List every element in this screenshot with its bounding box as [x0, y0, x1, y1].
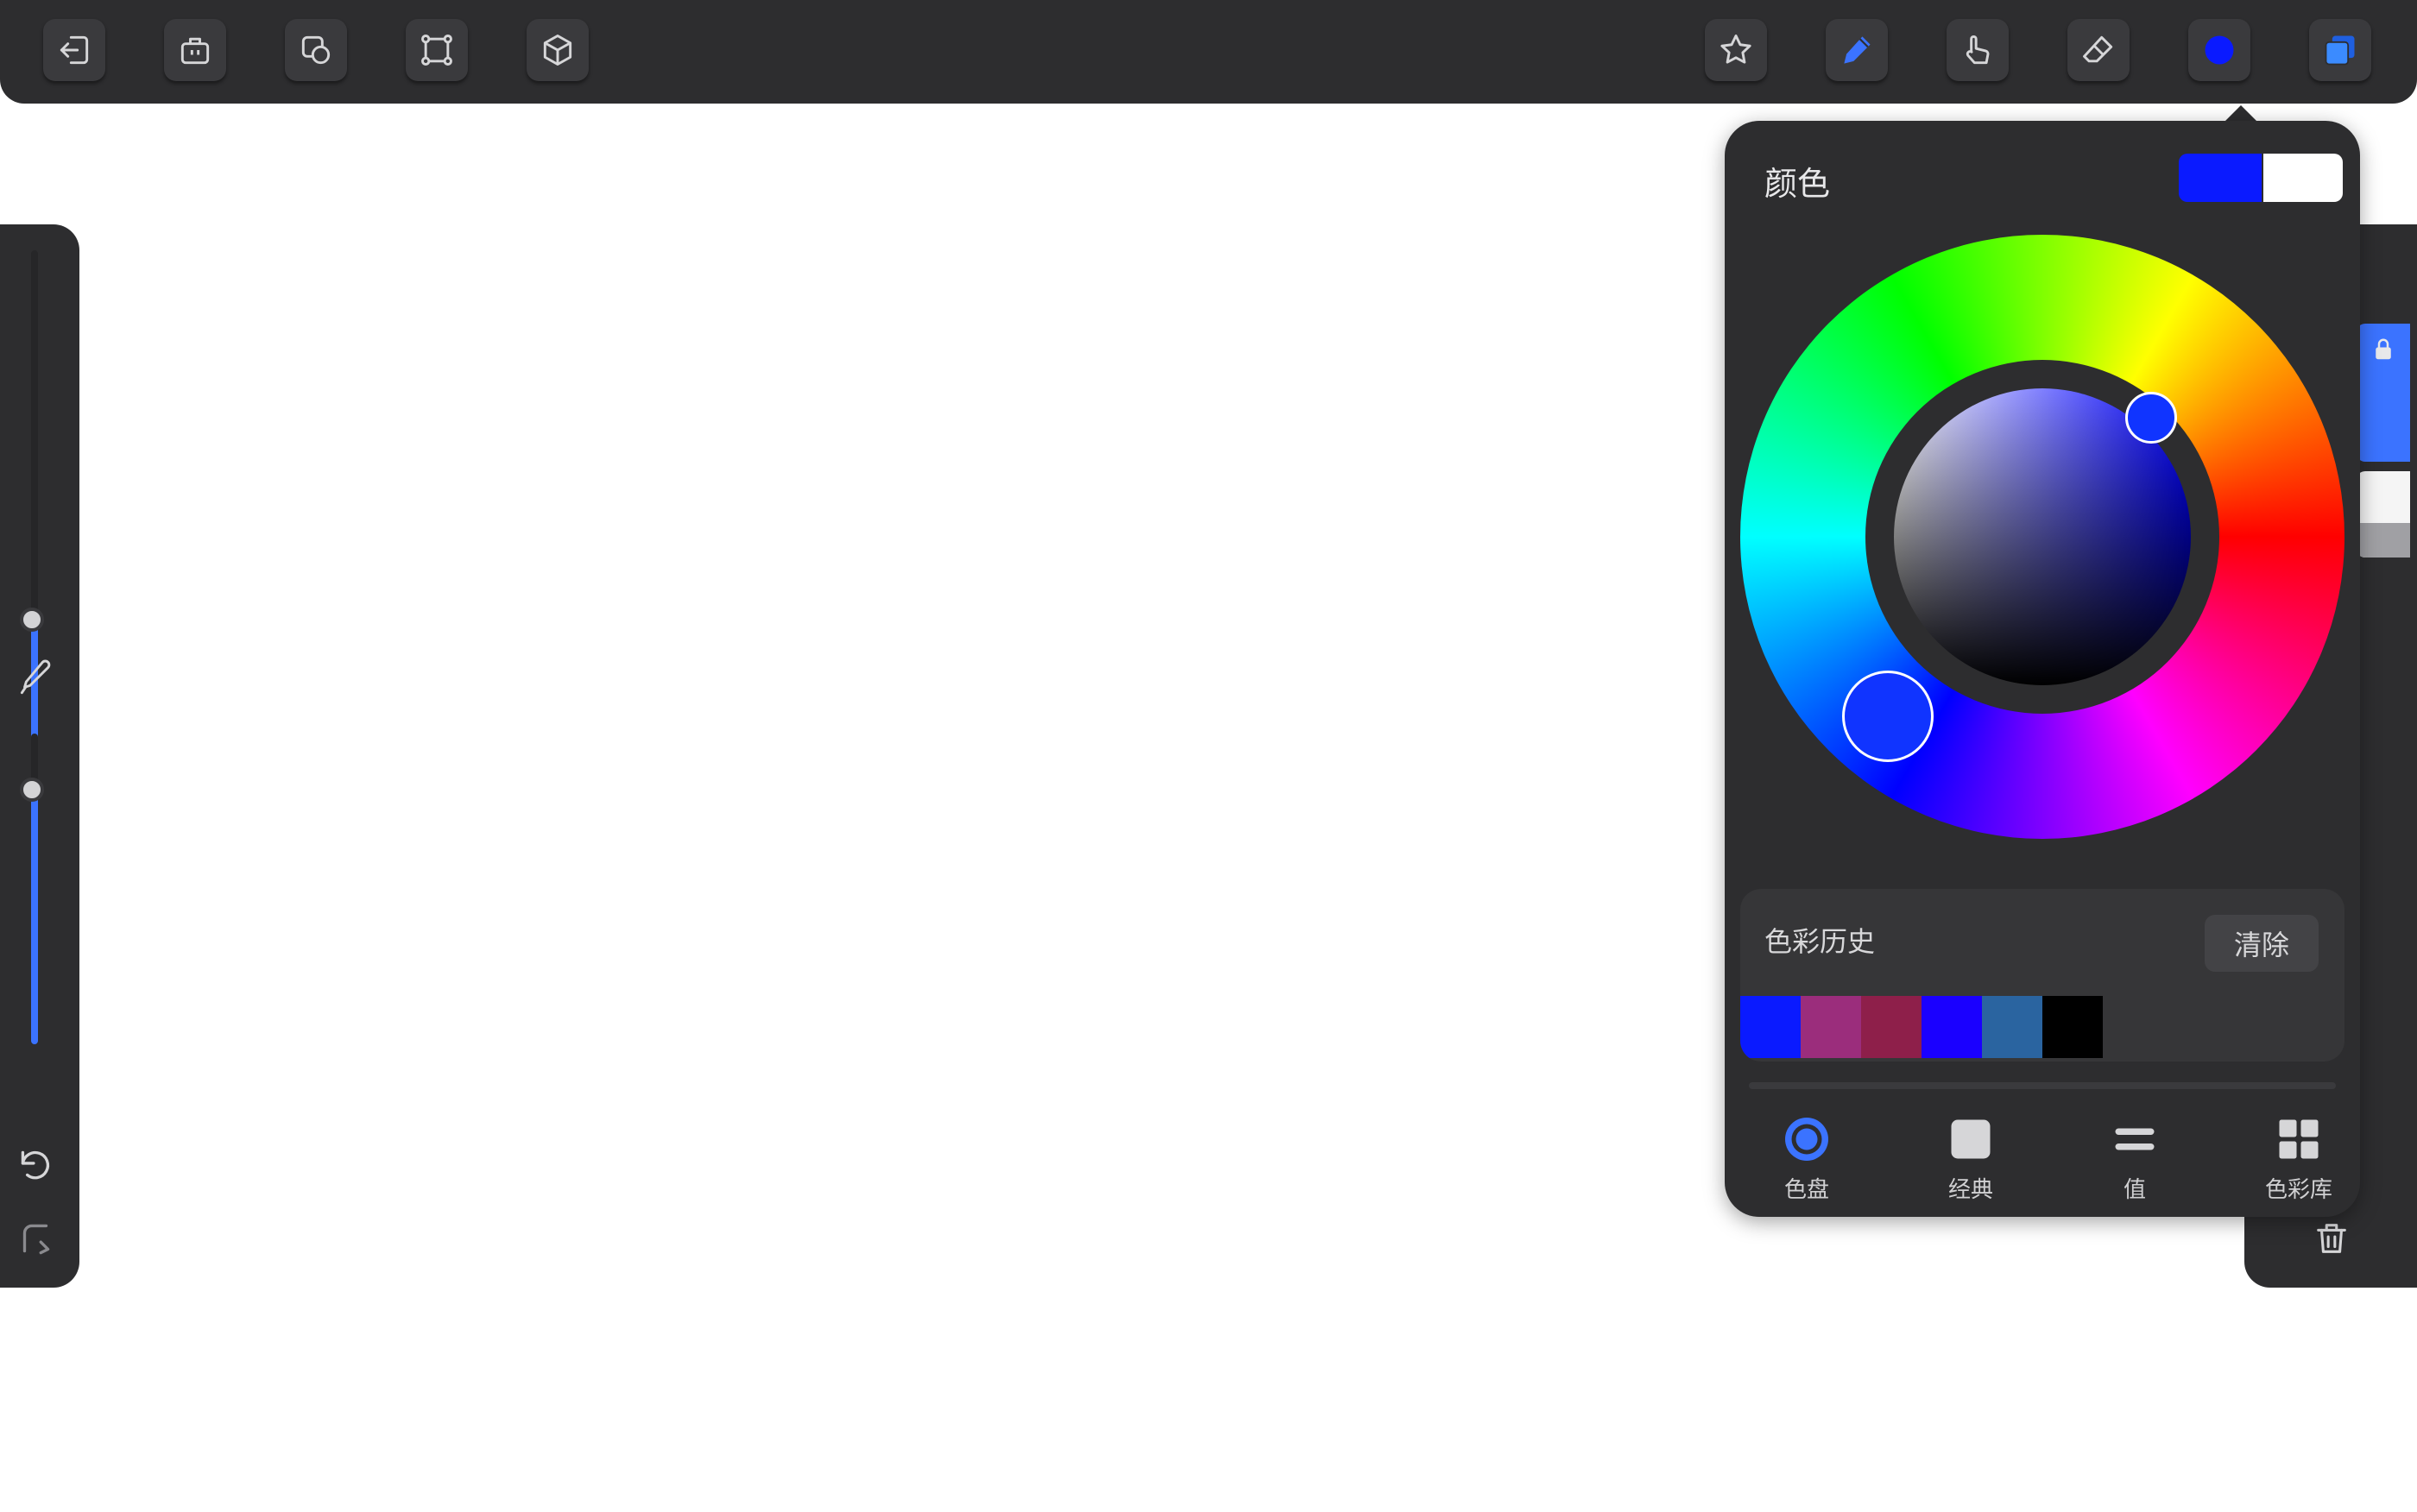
redo-icon: [22, 1224, 50, 1255]
top-toolbar: [0, 0, 2417, 104]
redo-button[interactable]: [14, 1217, 57, 1260]
tab-label: 经典: [1947, 1177, 1993, 1203]
eyedropper-icon: [20, 659, 51, 695]
toolbox-button[interactable]: [164, 19, 226, 81]
eyedropper-button[interactable]: [14, 656, 57, 699]
exit-icon: [60, 35, 89, 65]
secondary-color-swatch[interactable]: [2263, 154, 2343, 202]
history-swatches: [1740, 996, 2103, 1058]
color-icon: [2205, 35, 2234, 65]
color-panel: 颜色 色彩历史 清除 色盘 经典 值 色彩库: [1725, 121, 2360, 1217]
clear-history-button[interactable]: 清除: [2205, 915, 2319, 972]
opacity-fill: [31, 789, 38, 1044]
history-swatch[interactable]: [1922, 996, 1982, 1058]
hue-knob[interactable]: [1842, 671, 1934, 762]
color-disc-icon: [1785, 1118, 1828, 1161]
layer-thumbnail-background[interactable]: [2357, 471, 2410, 558]
saturation-knob[interactable]: [2125, 392, 2177, 444]
tab-label: 色盘: [1783, 1177, 1829, 1203]
3d-button[interactable]: [527, 19, 589, 81]
history-swatch[interactable]: [1982, 996, 2042, 1058]
history-swatch[interactable]: [1801, 996, 1861, 1058]
eraser-icon: [2083, 35, 2113, 63]
tab-classic[interactable]: 经典: [1906, 1113, 2035, 1208]
undo-icon: [21, 1150, 50, 1180]
brush-button[interactable]: [1826, 19, 1888, 81]
color-history: 色彩历史 清除: [1740, 889, 2344, 1062]
palette-grid-icon: [2279, 1119, 2319, 1159]
brush-size-knob[interactable]: [20, 607, 44, 632]
layers-icon: [2325, 35, 2355, 66]
left-sidebar: [0, 224, 79, 1288]
primary-color-swatch[interactable]: [2179, 154, 2262, 202]
transform-button[interactable]: [406, 19, 468, 81]
color-history-title: 色彩历史: [1764, 925, 1876, 958]
tab-palettes[interactable]: 色彩库: [2234, 1113, 2363, 1208]
opacity-knob[interactable]: [20, 777, 44, 802]
undo-button[interactable]: [14, 1143, 57, 1187]
star-icon: [1720, 35, 1751, 64]
panel-title: 颜色: [1764, 165, 1831, 203]
tab-label: 值: [2123, 1177, 2146, 1203]
panel-pointer: [2224, 105, 2258, 123]
brush-icon: [1844, 36, 1871, 64]
color-button[interactable]: [2188, 19, 2250, 81]
tab-label: 色彩库: [2264, 1177, 2332, 1203]
3d-cube-icon: [543, 35, 572, 66]
smudge-icon: [1966, 35, 1990, 65]
smudge-button[interactable]: [1947, 19, 2009, 81]
exit-button[interactable]: [43, 19, 105, 81]
history-swatch[interactable]: [2042, 996, 2103, 1058]
transform-icon: [421, 35, 452, 66]
shapes-icon: [301, 35, 331, 65]
delete-icon[interactable]: [2312, 1217, 2351, 1260]
shapes-button[interactable]: [285, 19, 347, 81]
lock-icon[interactable]: [2370, 337, 2396, 362]
eraser-button[interactable]: [2067, 19, 2130, 81]
tab-value[interactable]: 值: [2070, 1113, 2199, 1208]
classic-square-icon: [1951, 1119, 1991, 1159]
value-sliders-icon: [2115, 1128, 2155, 1150]
favorites-button[interactable]: [1705, 19, 1767, 81]
hue-ring[interactable]: [1740, 235, 2344, 839]
panel-divider: [1749, 1082, 2336, 1089]
layers-button[interactable]: [2309, 19, 2371, 81]
history-swatch[interactable]: [1861, 996, 1922, 1058]
tab-disc[interactable]: 色盘: [1742, 1113, 1871, 1208]
toolbox-icon: [180, 37, 210, 65]
history-swatch[interactable]: [1740, 996, 1801, 1058]
